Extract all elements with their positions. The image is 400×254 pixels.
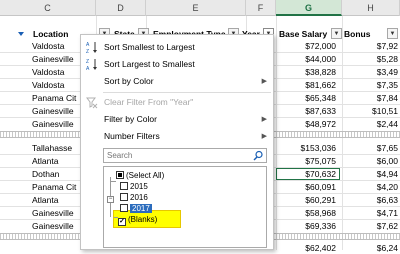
- bonus-cell[interactable]: $2,44: [343, 118, 400, 130]
- column-header-e[interactable]: E: [146, 0, 246, 16]
- clear-filter-item[interactable]: Clear Filter From "Year": [81, 94, 273, 111]
- filter-dropdown-button[interactable]: ▼: [331, 28, 342, 39]
- search-icon: [253, 150, 264, 161]
- filter-value-list: − (Select All) 2015 2016 2017 ✓ (Blanks): [103, 166, 267, 248]
- salary-cell[interactable]: $62,402: [276, 242, 340, 254]
- header-base-salary: Base Salary: [279, 29, 328, 39]
- salary-cell[interactable]: $60,091: [276, 181, 340, 193]
- bonus-cell[interactable]: $6,24: [343, 242, 400, 254]
- svg-text:A: A: [86, 66, 90, 71]
- sort-by-color-label: Sort by Color: [104, 76, 154, 86]
- number-filters-label: Number Filters: [104, 131, 160, 141]
- salary-cell[interactable]: $44,000: [276, 53, 340, 65]
- autofilter-menu: AZ Sort Smallest to Largest ZA Sort Larg…: [80, 34, 274, 250]
- svg-text:A: A: [86, 42, 90, 48]
- bonus-cell[interactable]: $4,20: [343, 181, 400, 193]
- salary-cell[interactable]: $81,662: [276, 79, 340, 91]
- option-label: 2017: [130, 204, 152, 213]
- bonus-cell[interactable]: $6,00: [343, 155, 400, 167]
- column-header-g[interactable]: G: [276, 0, 342, 16]
- salary-cell[interactable]: $72,000: [276, 40, 340, 52]
- menu-separator: [103, 92, 271, 93]
- salary-cell[interactable]: $38,828: [276, 66, 340, 78]
- bonus-cell[interactable]: $10,51: [343, 105, 400, 117]
- filter-dropdown-icon: [18, 32, 24, 36]
- bonus-cell[interactable]: $7,65: [343, 142, 400, 154]
- filter-search-box[interactable]: [103, 148, 267, 163]
- checkbox-partial[interactable]: [116, 171, 124, 179]
- svg-text:Z: Z: [86, 59, 89, 65]
- checkbox-checked[interactable]: ✓: [118, 218, 126, 226]
- submenu-arrow-icon: ▶: [261, 133, 267, 140]
- checkbox[interactable]: [120, 193, 128, 201]
- sort-descending-item[interactable]: ZA Sort Largest to Smallest: [81, 56, 273, 73]
- bonus-cell[interactable]: $7,84: [343, 92, 400, 104]
- option-label: 2015: [130, 182, 148, 191]
- checkbox[interactable]: [120, 182, 128, 190]
- year-option[interactable]: 2016: [120, 192, 148, 203]
- year-option-selected[interactable]: 2017: [120, 203, 152, 214]
- sort-desc-icon: ZA: [86, 58, 98, 72]
- column-header-h[interactable]: H: [342, 0, 400, 16]
- bonus-cell[interactable]: $7,35: [343, 79, 400, 91]
- sort-descending-label: Sort Largest to Smallest: [104, 59, 195, 69]
- sort-by-color-item[interactable]: Sort by Color ▶: [81, 73, 273, 90]
- option-label: (Select All): [126, 171, 165, 180]
- sort-ascending-label: Sort Smallest to Largest: [104, 42, 195, 52]
- clear-filter-label: Clear Filter From "Year": [104, 97, 194, 107]
- bonus-cell[interactable]: $3,49: [343, 66, 400, 78]
- filter-by-color-label: Filter by Color: [104, 114, 157, 124]
- column-header-f[interactable]: F: [246, 0, 276, 16]
- filter-by-color-item[interactable]: Filter by Color ▶: [81, 111, 273, 128]
- filter-search-input[interactable]: [104, 149, 250, 162]
- select-all-option[interactable]: (Select All): [116, 170, 164, 181]
- sort-ascending-item[interactable]: AZ Sort Smallest to Largest: [81, 39, 273, 56]
- clear-filter-icon: [86, 96, 98, 109]
- column-header-bar: C D E F G H: [0, 0, 400, 16]
- collapse-toggle[interactable]: −: [107, 196, 114, 203]
- bonus-cell[interactable]: $7,62: [343, 220, 400, 232]
- salary-cell[interactable]: $87,633: [276, 105, 340, 117]
- number-filters-item[interactable]: Number Filters ▶: [81, 128, 273, 145]
- salary-cell[interactable]: $48,972: [276, 118, 340, 130]
- column-header-d[interactable]: D: [96, 0, 146, 16]
- salary-cell[interactable]: $75,075: [276, 155, 340, 167]
- submenu-arrow-icon: ▶: [261, 78, 267, 85]
- bonus-cell[interactable]: $7,92: [343, 40, 400, 52]
- tree-line: [110, 181, 116, 182]
- option-label: (Blanks): [128, 215, 158, 224]
- bonus-cell[interactable]: $6,63: [343, 194, 400, 206]
- checkbox[interactable]: [120, 204, 128, 212]
- filter-dropdown-button[interactable]: ▼: [387, 28, 398, 39]
- salary-cell[interactable]: $65,348: [276, 92, 340, 104]
- year-option[interactable]: 2015: [120, 181, 148, 192]
- bonus-cell[interactable]: $4,94: [343, 168, 400, 180]
- submenu-arrow-icon: ▶: [261, 116, 267, 123]
- bonus-cell[interactable]: $5,28: [343, 53, 400, 65]
- option-label: 2016: [130, 193, 148, 202]
- salary-cell[interactable]: $153,036: [276, 142, 340, 154]
- salary-cell[interactable]: $60,291: [276, 194, 340, 206]
- salary-cell[interactable]: $58,968: [276, 207, 340, 219]
- bonus-cell[interactable]: $4,71: [343, 207, 400, 219]
- header-location: Location: [33, 29, 69, 39]
- column-header-c[interactable]: C: [0, 0, 96, 16]
- sort-asc-icon: AZ: [86, 41, 98, 55]
- row-marker: [0, 27, 30, 41]
- salary-cell-selected[interactable]: $70,632: [276, 168, 340, 180]
- header-bonus: Bonus: [344, 29, 371, 39]
- salary-cell[interactable]: $69,336: [276, 220, 340, 232]
- svg-text:Z: Z: [86, 49, 89, 54]
- blanks-option[interactable]: ✓ (Blanks): [118, 214, 158, 226]
